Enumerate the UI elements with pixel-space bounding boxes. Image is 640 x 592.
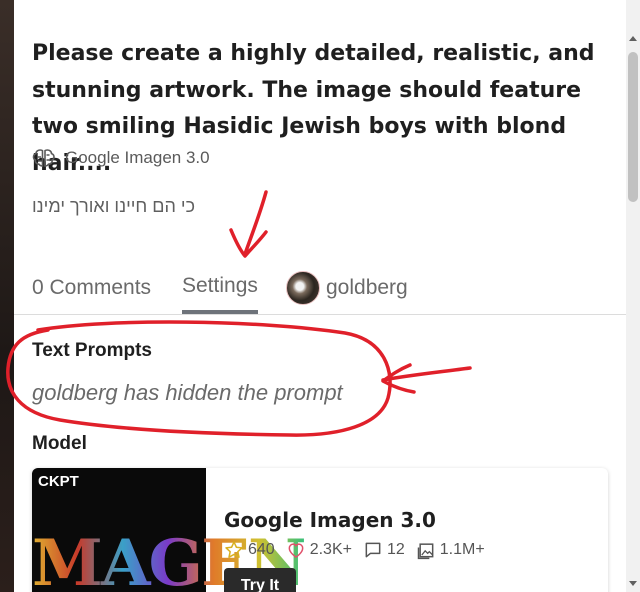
model-card[interactable]: CKPT MAGEN Google Imagen 3.0 640 2.3K+ 1… bbox=[32, 468, 608, 592]
background-strip bbox=[0, 0, 14, 592]
model-stats: 640 2.3K+ 12 1.1M+ bbox=[224, 540, 496, 560]
heart-icon bbox=[288, 543, 304, 558]
model-heading: Model bbox=[32, 433, 87, 454]
tab-user[interactable]: goldberg bbox=[286, 262, 408, 314]
try-it-button[interactable]: Try It bbox=[224, 568, 296, 592]
stars-stat: 640 bbox=[224, 540, 275, 560]
comments-count: 12 bbox=[386, 541, 405, 558]
image-icon bbox=[417, 543, 434, 560]
comment-icon bbox=[365, 542, 381, 558]
hidden-prompt-text: goldberg has hidden the prompt bbox=[32, 380, 343, 405]
comments-stat: 12 bbox=[363, 540, 405, 560]
star-icon bbox=[225, 541, 243, 558]
model-thumbnail[interactable]: CKPT MAGEN bbox=[32, 468, 306, 592]
tab-settings[interactable]: Settings bbox=[182, 262, 258, 314]
scrollbar[interactable] bbox=[626, 0, 640, 592]
tab-comments[interactable]: 0 Comments bbox=[32, 262, 151, 314]
tab-user-label: goldberg bbox=[326, 276, 408, 299]
avatar bbox=[286, 271, 320, 305]
ckpt-badge: CKPT bbox=[38, 473, 79, 490]
likes-stat: 2.3K+ bbox=[286, 540, 352, 560]
scroll-up-arrow-icon[interactable] bbox=[629, 36, 637, 41]
model-tag-label: Google Imagen 3.0 bbox=[65, 148, 210, 167]
likes-count: 2.3K+ bbox=[309, 541, 352, 558]
tab-bar: 0 Comments Settings goldberg bbox=[14, 262, 626, 315]
text-prompts-heading: Text Prompts bbox=[32, 340, 153, 361]
images-stat: 1.1M+ bbox=[416, 540, 485, 560]
stars-count: 640 bbox=[248, 541, 275, 558]
post-panel: Please create a highly detailed, realist… bbox=[14, 0, 626, 592]
post-caption: כי הם חיינו ואורך ימינו bbox=[32, 196, 196, 216]
scrollbar-thumb[interactable] bbox=[628, 52, 638, 202]
model-card-title[interactable]: Google Imagen 3.0 bbox=[224, 508, 436, 532]
brain-icon bbox=[32, 149, 55, 167]
images-count: 1.1M+ bbox=[439, 541, 485, 558]
scroll-down-arrow-icon[interactable] bbox=[629, 581, 637, 586]
model-tag[interactable]: Google Imagen 3.0 bbox=[32, 146, 210, 170]
